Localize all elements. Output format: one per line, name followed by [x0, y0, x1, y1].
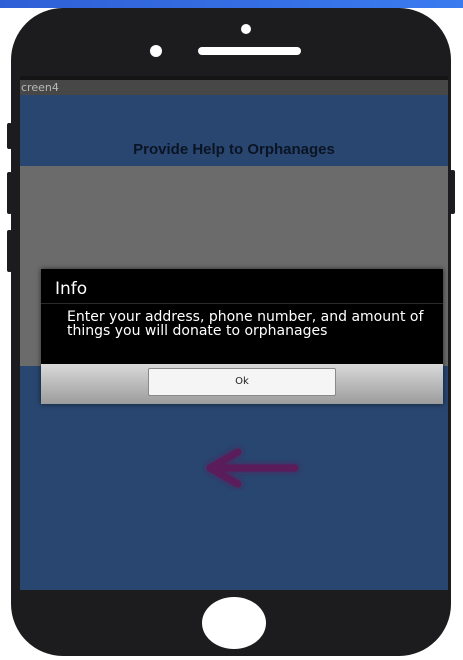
dialog-message: Enter your address, phone number, and am… — [67, 309, 424, 339]
info-dialog: Info Enter your address, phone number, a… — [41, 269, 443, 404]
window-title: creen4 — [21, 81, 59, 94]
phone-side-button-left-3 — [7, 230, 12, 272]
phone-side-button-right — [450, 170, 455, 214]
home-button[interactable] — [202, 597, 266, 649]
phone-side-button-left-2 — [7, 172, 12, 214]
dialog-title: Info — [55, 279, 88, 299]
camera-icon — [241, 24, 251, 34]
page-heading: Provide Help to Orphanages — [133, 141, 335, 158]
speaker-grille — [198, 47, 301, 55]
front-sensor-icon — [150, 45, 162, 57]
ok-button[interactable]: Ok — [148, 368, 336, 396]
dialog-button-bar: Ok — [41, 364, 443, 404]
phone-side-button-left-1 — [7, 123, 12, 149]
page-top-band — [0, 0, 463, 8]
window-title-bar: creen4 — [20, 80, 448, 95]
dialog-divider — [41, 303, 443, 304]
left-arrow-icon[interactable] — [180, 444, 320, 490]
